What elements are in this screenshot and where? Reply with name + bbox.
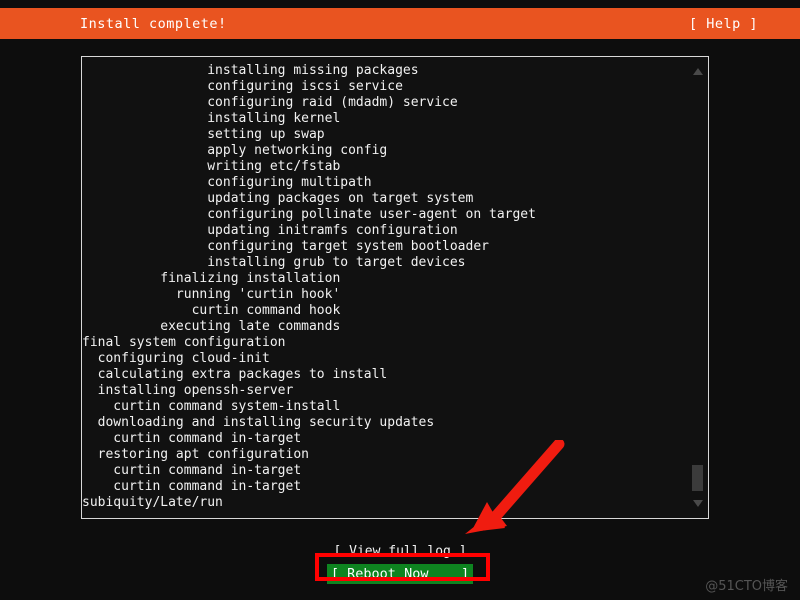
log-line: updating initramfs configuration [82, 223, 458, 238]
log-line: downloading and installing security upda… [82, 415, 435, 430]
log-line: curtin command in-target [82, 463, 302, 478]
reboot-label-rest: eboot Now [355, 566, 429, 582]
log-line: running 'curtin hook' [82, 287, 341, 302]
log-line: installing openssh-server [82, 383, 294, 398]
reboot-now-row: [ Reboot Now ] [0, 563, 800, 584]
help-button[interactable]: [ Help ] [689, 16, 758, 32]
log-line: executing late commands [82, 319, 341, 334]
log-line: updating packages on target system [82, 191, 474, 206]
log-line: curtin command in-target [82, 479, 302, 494]
reboot-bracket-open: [ [330, 566, 348, 582]
install-log-text: installing missing packages configuring … [82, 63, 682, 511]
view-full-log-button[interactable]: [ View full log ] [333, 543, 466, 561]
log-line: installing kernel [82, 111, 341, 126]
watermark: @51CTO博客 [705, 579, 788, 594]
log-line: calculating extra packages to install [82, 367, 388, 382]
reboot-now-button[interactable]: [ Reboot Now ] [326, 564, 474, 584]
footer-actions: [ View full log ] [ Reboot Now ] [0, 540, 800, 584]
log-line: installing grub to target devices [82, 255, 466, 270]
log-line: restoring apt configuration [82, 447, 309, 462]
reboot-bracket-close: ] [428, 566, 470, 582]
view-full-log-row: [ View full log ] [0, 540, 800, 561]
log-line: setting up swap [82, 127, 325, 142]
scroll-up-arrow-icon[interactable] [693, 68, 703, 75]
log-line: installing missing packages [82, 63, 419, 78]
install-log-panel: installing missing packages configuring … [81, 56, 709, 519]
log-line: configuring multipath [82, 175, 372, 190]
log-line: writing etc/fstab [82, 159, 341, 174]
header-bar: Install complete! [ Help ] [0, 8, 800, 39]
scroll-down-arrow-icon[interactable] [693, 500, 703, 507]
log-line: curtin command system-install [82, 399, 341, 414]
scrollbar-thumb[interactable] [692, 465, 703, 491]
log-line: curtin command in-target [82, 431, 302, 446]
log-line: configuring iscsi service [82, 79, 403, 94]
log-line: configuring cloud-init [82, 351, 270, 366]
log-line: configuring pollinate user-agent on targ… [82, 207, 536, 222]
page-title: Install complete! [80, 15, 227, 32]
log-line: subiquity/Late/run [82, 495, 223, 510]
log-line: apply networking config [82, 143, 388, 158]
log-scrollbar[interactable] [689, 58, 707, 518]
log-line: finalizing installation [82, 271, 341, 286]
log-line: curtin command hook [82, 303, 341, 318]
log-line: configuring raid (mdadm) service [82, 95, 458, 110]
log-line: configuring target system bootloader [82, 239, 489, 254]
log-line: final system configuration [82, 335, 286, 350]
